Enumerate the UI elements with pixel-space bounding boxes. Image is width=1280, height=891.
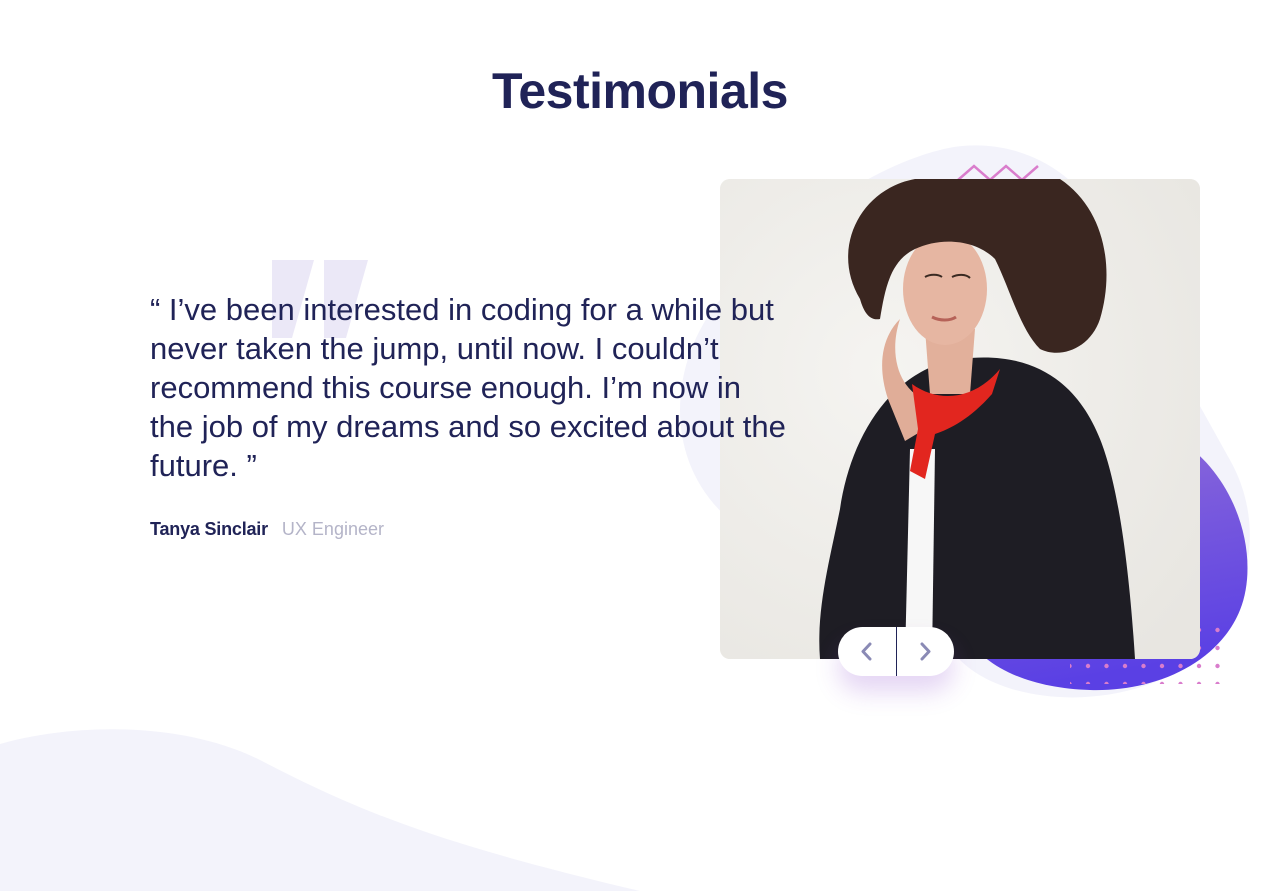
author-name: Tanya Sinclair: [150, 519, 268, 539]
carousel-controls: [838, 627, 954, 676]
background-wave: [0, 729, 640, 891]
testimonial-quote: “ I’ve been interested in coding for a w…: [150, 292, 786, 483]
testimonial-photo: [720, 179, 1200, 659]
chevron-left-icon: [861, 642, 872, 661]
section-title: Testimonials: [492, 63, 788, 119]
chevron-right-icon: [920, 642, 931, 661]
testimonial-author: Tanya Sinclair UX Engineer: [150, 517, 384, 541]
portrait-illustration: [720, 179, 1200, 659]
next-button[interactable]: [896, 627, 954, 676]
previous-button[interactable]: [838, 627, 896, 676]
author-role: UX Engineer: [281, 519, 384, 539]
